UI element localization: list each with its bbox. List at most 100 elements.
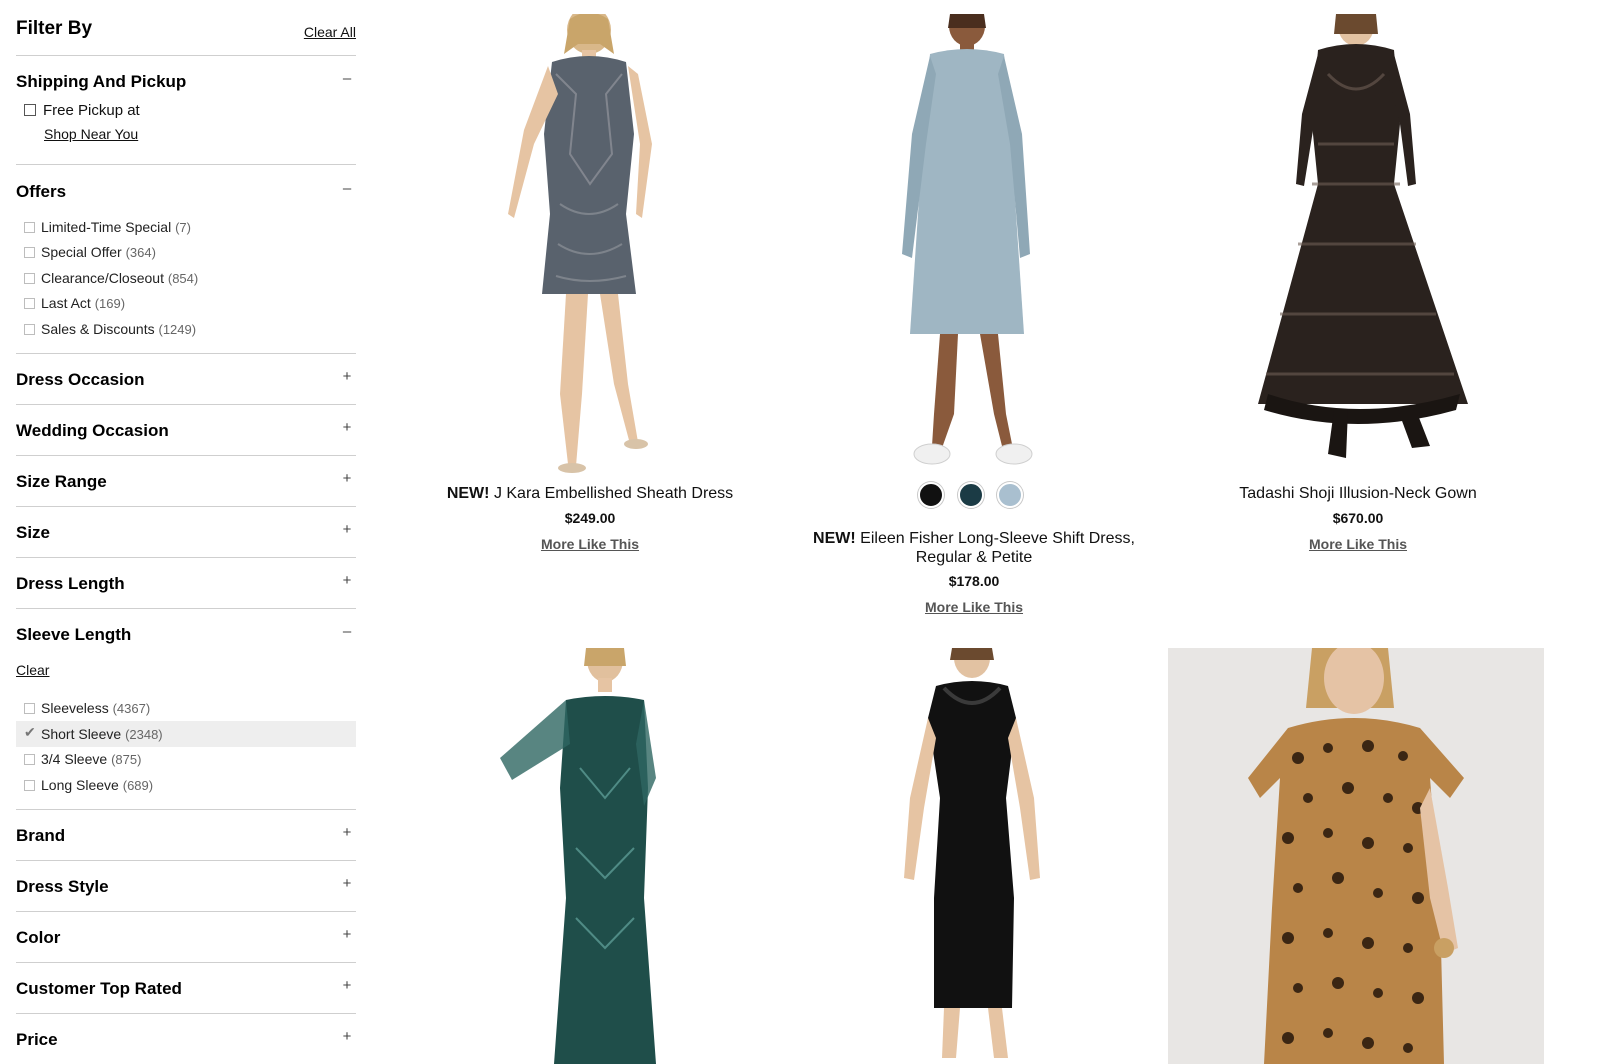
option-count: (169) xyxy=(94,296,126,311)
checkbox[interactable] xyxy=(24,324,35,335)
section-title: Customer Top Rated xyxy=(16,979,182,998)
section-title[interactable]: Shipping And Pickup xyxy=(16,72,186,92)
expand-icon[interactable]: + xyxy=(340,521,354,538)
offer-option[interactable]: Sales & Discounts (1249) xyxy=(22,321,356,341)
option-label: Clearance/Closeout xyxy=(41,270,164,286)
checkmark-icon[interactable]: ✔ xyxy=(24,724,36,741)
option-count: (364) xyxy=(125,245,156,260)
product-image[interactable] xyxy=(1168,648,1544,1064)
sleeve-clear-link[interactable]: Clear xyxy=(16,662,49,678)
color-swatch-black[interactable] xyxy=(918,482,944,508)
section-title: Size xyxy=(16,523,51,542)
section-dress-length[interactable]: Dress Length + xyxy=(16,558,356,609)
expand-icon[interactable]: + xyxy=(340,1028,354,1045)
checkbox[interactable] xyxy=(24,247,35,258)
section-offers: Offers – Limited-Time Special (7) Specia… xyxy=(16,165,356,354)
option-count: (854) xyxy=(167,271,199,286)
sleeve-option[interactable]: Long Sleeve (689) xyxy=(22,777,356,797)
checkbox[interactable] xyxy=(24,780,35,791)
collapse-icon[interactable]: – xyxy=(340,70,354,87)
option-count: (875) xyxy=(111,752,142,767)
option-count: (7) xyxy=(175,220,191,235)
new-badge: NEW! xyxy=(813,530,856,547)
section-dress-occasion[interactable]: Dress Occasion + xyxy=(16,354,356,405)
section-title: Wedding Occasion xyxy=(16,421,169,440)
expand-icon[interactable]: + xyxy=(340,419,354,436)
section-title[interactable]: Offers xyxy=(16,182,66,202)
more-like-this-link[interactable]: More Like This xyxy=(400,536,780,552)
more-like-this-link[interactable]: More Like This xyxy=(784,599,1164,615)
product-name[interactable]: NEW! Eileen Fisher Long-Sleeve Shift Dre… xyxy=(784,529,1164,567)
product-image[interactable] xyxy=(784,648,1164,1064)
expand-icon[interactable]: + xyxy=(340,977,354,994)
checkbox[interactable] xyxy=(24,754,35,765)
offer-option[interactable]: Clearance/Closeout (854) xyxy=(22,270,356,290)
section-color[interactable]: Color + xyxy=(16,912,356,963)
offer-option[interactable]: Limited-Time Special (7) xyxy=(22,219,356,239)
expand-icon[interactable]: + xyxy=(340,875,354,892)
product-name[interactable]: NEW! J Kara Embellished Sheath Dress xyxy=(400,484,780,503)
option-label: Special Offer xyxy=(41,244,122,260)
shop-near-you-link[interactable]: Shop Near You xyxy=(44,126,138,142)
free-pickup-label: Free Pickup at xyxy=(43,102,140,119)
section-dress-style[interactable]: Dress Style + xyxy=(16,861,356,912)
product-image[interactable] xyxy=(400,14,780,474)
product-title-line2: Regular & Petite xyxy=(915,549,1033,566)
expand-icon[interactable]: + xyxy=(340,572,354,589)
filter-title: Filter By xyxy=(16,18,93,39)
product-title: Eileen Fisher Long-Sleeve Shift Dress, xyxy=(860,530,1135,547)
sleeve-option-selected[interactable]: ✔ Short Sleeve (2348) xyxy=(16,721,356,747)
product-name[interactable]: Tadashi Shoji Illusion-Neck Gown xyxy=(1168,484,1548,503)
product-card[interactable] xyxy=(400,648,780,1064)
product-price: $670.00 xyxy=(1332,510,1384,526)
new-badge: NEW! xyxy=(446,485,490,502)
checkbox[interactable] xyxy=(24,298,35,309)
option-count: (2348) xyxy=(125,727,163,742)
option-label: Short Sleeve xyxy=(41,726,122,742)
option-label: Long Sleeve xyxy=(41,777,119,793)
expand-icon[interactable]: + xyxy=(340,368,354,385)
sleeve-option[interactable]: Sleeveless (4367) xyxy=(22,700,356,720)
checkbox[interactable] xyxy=(24,703,35,714)
color-swatch-light-blue[interactable] xyxy=(997,482,1023,508)
offer-option[interactable]: Special Offer (364) xyxy=(22,244,356,264)
section-size[interactable]: Size + xyxy=(16,507,356,558)
product-image[interactable] xyxy=(1168,14,1548,474)
product-image[interactable] xyxy=(784,14,1164,474)
free-pickup-checkbox[interactable] xyxy=(24,104,36,116)
product-card[interactable]: Tadashi Shoji Illusion-Neck Gown $670.00… xyxy=(1168,0,1548,620)
clear-all-link[interactable]: Clear All xyxy=(304,24,356,40)
section-title: Price xyxy=(16,1030,58,1049)
expand-icon[interactable]: + xyxy=(340,926,354,943)
product-card[interactable] xyxy=(1168,648,1544,1064)
offer-option[interactable]: Last Act (169) xyxy=(22,295,356,315)
collapse-icon[interactable]: – xyxy=(340,180,354,197)
option-label: Sales & Discounts xyxy=(41,321,155,337)
option-label: 3/4 Sleeve xyxy=(41,751,108,767)
section-title: Dress Style xyxy=(16,877,109,896)
collapse-icon[interactable]: – xyxy=(340,623,354,640)
section-brand[interactable]: Brand + xyxy=(16,810,356,861)
filter-sidebar: Filter By Clear All Shipping And Pickup … xyxy=(16,0,356,1064)
option-count: (4367) xyxy=(112,701,151,716)
section-wedding-occasion[interactable]: Wedding Occasion + xyxy=(16,405,356,456)
product-price: $178.00 xyxy=(948,573,1000,589)
section-title[interactable]: Sleeve Length xyxy=(16,625,131,645)
product-card[interactable]: NEW! J Kara Embellished Sheath Dress $24… xyxy=(400,0,780,620)
more-like-this-link[interactable]: More Like This xyxy=(1168,536,1548,552)
expand-icon[interactable]: + xyxy=(340,824,354,841)
product-card[interactable] xyxy=(784,648,1164,1064)
option-label: Limited-Time Special xyxy=(41,219,172,235)
product-card[interactable]: NEW! Eileen Fisher Long-Sleeve Shift Dre… xyxy=(784,0,1164,640)
filter-header: Filter By Clear All xyxy=(16,16,356,56)
section-customer-top-rated[interactable]: Customer Top Rated + xyxy=(16,963,356,1014)
expand-icon[interactable]: + xyxy=(340,470,354,487)
section-title: Dress Length xyxy=(16,574,125,593)
section-size-range[interactable]: Size Range + xyxy=(16,456,356,507)
sleeve-option[interactable]: 3/4 Sleeve (875) xyxy=(22,751,356,771)
checkbox[interactable] xyxy=(24,222,35,233)
color-swatch-dark-teal[interactable] xyxy=(958,482,984,508)
product-image[interactable] xyxy=(400,648,780,1064)
section-price[interactable]: Price + xyxy=(16,1014,356,1064)
checkbox[interactable] xyxy=(24,273,35,284)
